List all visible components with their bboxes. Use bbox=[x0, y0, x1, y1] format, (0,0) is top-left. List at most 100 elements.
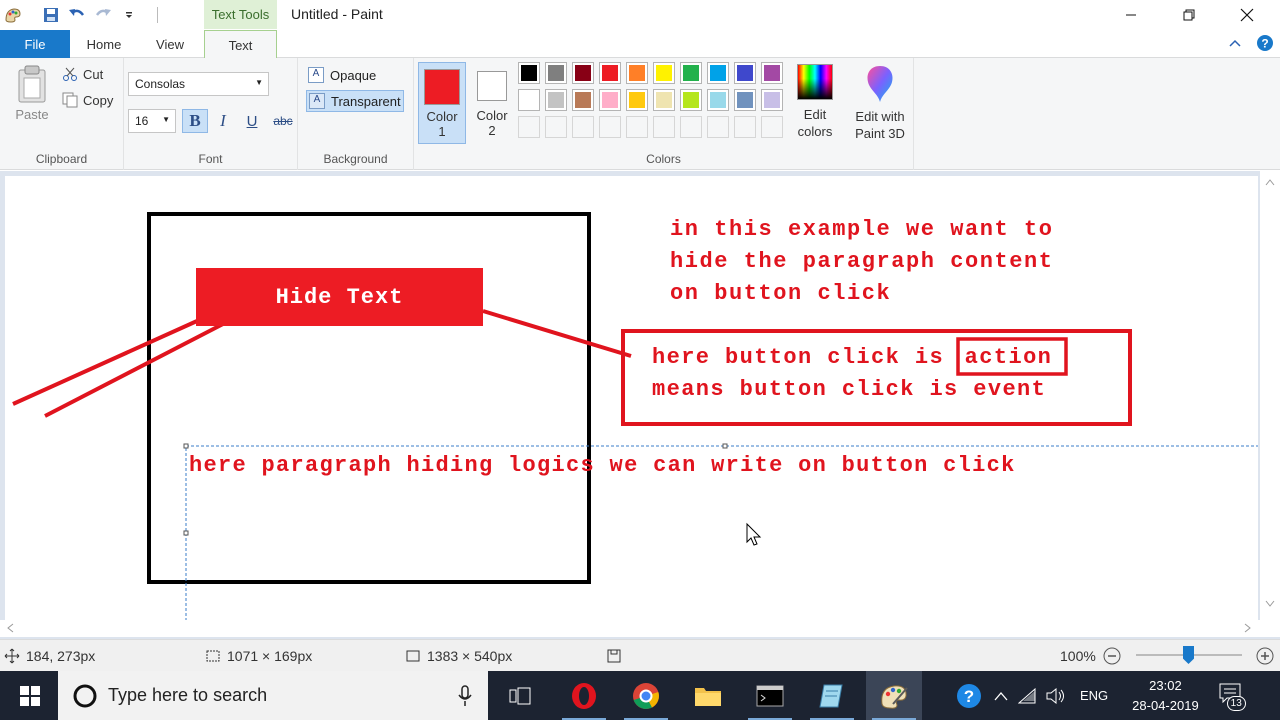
taskbar-search-box[interactable]: Type here to search bbox=[58, 671, 488, 720]
paint3d-group: Edit with Paint 3D bbox=[846, 58, 914, 170]
taskbar-file-explorer[interactable] bbox=[680, 671, 736, 720]
palette-swatch-color bbox=[764, 92, 780, 108]
underline-button[interactable]: U bbox=[239, 109, 265, 133]
font-size-select[interactable]: 16 ▼ bbox=[128, 109, 176, 133]
palette-empty-slot[interactable] bbox=[734, 116, 756, 138]
palette-swatch[interactable] bbox=[734, 62, 756, 84]
palette-swatch[interactable] bbox=[680, 89, 702, 111]
palette-empty-slot[interactable] bbox=[680, 116, 702, 138]
italic-button[interactable]: I bbox=[210, 109, 236, 133]
palette-swatch[interactable] bbox=[626, 89, 648, 111]
palette-swatch[interactable] bbox=[545, 89, 567, 111]
palette-empty-slot[interactable] bbox=[518, 116, 540, 138]
redo-icon[interactable] bbox=[90, 2, 116, 28]
show-hidden-icons-icon[interactable] bbox=[994, 691, 1008, 701]
palette-empty-slot[interactable] bbox=[572, 116, 594, 138]
color2-number: 2 bbox=[488, 123, 496, 138]
selection-handle[interactable] bbox=[183, 443, 189, 449]
vertical-scrollbar[interactable] bbox=[1260, 171, 1280, 621]
paste-button[interactable]: Paste bbox=[10, 64, 54, 122]
taskbar-paint[interactable] bbox=[866, 671, 922, 720]
cut-button[interactable]: Cut bbox=[62, 66, 103, 82]
edit-colors-button[interactable]: Edit colors bbox=[792, 64, 838, 140]
taskbar-command-prompt[interactable] bbox=[742, 671, 798, 720]
palette-swatch[interactable] bbox=[653, 62, 675, 84]
palette-empty-slot[interactable] bbox=[707, 116, 729, 138]
action-center-button[interactable]: 13 bbox=[1219, 683, 1246, 711]
paragraph-text[interactable]: here paragraph hiding logics we can writ… bbox=[189, 450, 1016, 482]
color2-button[interactable]: Color 2 bbox=[468, 62, 516, 144]
customize-icon[interactable] bbox=[116, 2, 142, 28]
palette-swatch[interactable] bbox=[761, 62, 783, 84]
palette-swatch[interactable] bbox=[545, 62, 567, 84]
task-view-button[interactable] bbox=[492, 671, 548, 720]
palette-swatch-color bbox=[737, 92, 753, 108]
palette-swatch[interactable] bbox=[599, 62, 621, 84]
paint-menu-icon[interactable] bbox=[0, 2, 26, 28]
taskbar-notepad[interactable] bbox=[804, 671, 860, 720]
drawing-canvas[interactable]: Hide Text in this example we want to hid… bbox=[5, 176, 1258, 620]
help-tray-icon[interactable]: ? bbox=[954, 681, 984, 711]
palette-empty-slot[interactable] bbox=[653, 116, 675, 138]
tab-home[interactable]: Home bbox=[75, 30, 133, 58]
quick-access-toolbar bbox=[0, 0, 158, 30]
palette-swatch[interactable] bbox=[572, 89, 594, 111]
palette-swatch[interactable] bbox=[518, 62, 540, 84]
start-button[interactable] bbox=[2, 671, 58, 720]
color-spectrum-icon bbox=[797, 64, 833, 100]
palette-empty-slot[interactable] bbox=[761, 116, 783, 138]
transparent-option[interactable]: A Transparent bbox=[306, 90, 404, 112]
font-family-value: Consolas bbox=[135, 77, 186, 91]
taskbar-opera[interactable] bbox=[556, 671, 612, 720]
tab-view[interactable]: View bbox=[140, 30, 200, 58]
zoom-slider-thumb[interactable] bbox=[1183, 646, 1194, 664]
font-size-value: 16 bbox=[135, 114, 149, 128]
tab-text[interactable]: Text bbox=[204, 30, 277, 59]
copy-button[interactable]: Copy bbox=[62, 92, 113, 108]
zoom-out-icon[interactable] bbox=[1103, 647, 1121, 665]
palette-swatch[interactable] bbox=[707, 62, 729, 84]
horizontal-scrollbar[interactable] bbox=[0, 620, 1280, 637]
edit-with-paint3d-button[interactable]: Edit with Paint 3D bbox=[846, 64, 914, 142]
clock[interactable]: 23:02 28-04-2019 bbox=[1132, 676, 1199, 716]
clipboard-group-label: Clipboard bbox=[35, 152, 88, 166]
save-icon[interactable] bbox=[38, 2, 64, 28]
undo-icon[interactable] bbox=[64, 2, 90, 28]
palette-swatch-color bbox=[683, 92, 699, 108]
palette-swatch[interactable] bbox=[761, 89, 783, 111]
palette-empty-slot[interactable] bbox=[599, 116, 621, 138]
language-indicator[interactable]: ENG bbox=[1080, 688, 1108, 703]
palette-swatch[interactable] bbox=[572, 62, 594, 84]
palette-swatch[interactable] bbox=[653, 89, 675, 111]
background-group: A Opaque A Transparent Background bbox=[298, 58, 414, 170]
minimize-button[interactable] bbox=[1102, 0, 1160, 30]
palette-swatch[interactable] bbox=[626, 62, 648, 84]
selection-handle[interactable] bbox=[722, 443, 728, 449]
minimize-ribbon-icon[interactable] bbox=[1228, 38, 1242, 48]
selection-handle[interactable] bbox=[183, 530, 189, 536]
palette-empty-slot[interactable] bbox=[545, 116, 567, 138]
volume-icon[interactable] bbox=[1046, 687, 1066, 704]
palette-swatch[interactable] bbox=[518, 89, 540, 111]
opaque-option[interactable]: A Opaque bbox=[306, 64, 404, 86]
color1-button[interactable]: Color 1 bbox=[418, 62, 466, 144]
taskbar-chrome[interactable] bbox=[618, 671, 674, 720]
maximize-button[interactable] bbox=[1160, 0, 1218, 30]
bold-button[interactable]: B bbox=[182, 109, 208, 133]
palette-swatch[interactable] bbox=[599, 89, 621, 111]
palette-swatch[interactable] bbox=[734, 89, 756, 111]
help-icon[interactable]: ? bbox=[1256, 34, 1274, 52]
palette-swatch-color bbox=[710, 65, 726, 81]
strikethrough-button[interactable]: abc bbox=[268, 109, 298, 133]
palette-swatch[interactable] bbox=[680, 62, 702, 84]
zoom-in-icon[interactable] bbox=[1256, 647, 1274, 665]
palette-empty-slot[interactable] bbox=[626, 116, 648, 138]
palette-swatch[interactable] bbox=[707, 89, 729, 111]
close-icon bbox=[1240, 8, 1254, 22]
color1-label: Color bbox=[426, 109, 458, 124]
tab-file[interactable]: File bbox=[0, 30, 70, 58]
microphone-icon[interactable] bbox=[458, 684, 472, 707]
close-button[interactable] bbox=[1218, 0, 1276, 30]
wifi-icon[interactable] bbox=[1018, 687, 1036, 704]
font-family-select[interactable]: Consolas ▼ bbox=[128, 72, 269, 96]
